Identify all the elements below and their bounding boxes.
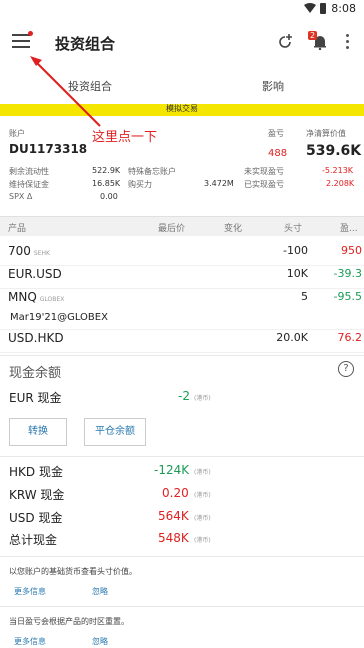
metric-value: 3.472M xyxy=(204,179,234,188)
pnl-value: 488 xyxy=(268,148,288,159)
daily-pnl: 950 xyxy=(341,244,362,257)
menu-icon[interactable] xyxy=(12,34,30,48)
metric-value: 16.85K xyxy=(92,179,121,188)
metric-label: 未实现盈亏 xyxy=(244,167,284,176)
position-value: 5 xyxy=(301,290,308,303)
col-last[interactable]: 最后价 xyxy=(158,221,185,234)
section-divider xyxy=(0,556,364,557)
status-bar: 8:08 xyxy=(0,0,364,18)
daily-pnl: 76.2 xyxy=(337,331,363,344)
bell-badge: 2 xyxy=(308,31,318,40)
daily-pnl: -95.5 xyxy=(333,290,362,303)
refresh-add-icon[interactable] xyxy=(276,33,294,51)
table-row[interactable]: 700 SEHK -100 950 xyxy=(0,244,364,266)
menu-notification-dot xyxy=(28,31,33,36)
symbol: EUR.USD xyxy=(8,267,62,281)
help-icon[interactable]: ? xyxy=(338,361,354,377)
cash-unit: (港币) xyxy=(194,515,211,522)
symbol: USD.HKD xyxy=(8,331,64,345)
cash-unit: (港币) xyxy=(194,492,211,499)
wifi-icon xyxy=(304,3,316,13)
cash-label: USD 现金 xyxy=(9,511,63,525)
more-info-link[interactable]: 更多信息 xyxy=(14,636,46,647)
table-row[interactable]: EUR.USD 10K -39.3 xyxy=(0,267,364,289)
cash-value: 0.20 xyxy=(162,486,189,500)
table-row[interactable]: USD.HKD 20.0K 76.2 xyxy=(0,331,364,353)
battery-icon xyxy=(320,3,326,14)
annotation-text: 这里点一下 xyxy=(92,130,158,145)
col-position[interactable]: 头寸 xyxy=(284,221,302,234)
symbol: MNQ GLOBEX xyxy=(8,290,65,304)
cash-value: -124K xyxy=(154,463,190,477)
metric-value: -5.213K xyxy=(322,166,354,175)
tab-impact[interactable]: 影响 xyxy=(262,78,284,94)
metric-value: 2.208K xyxy=(326,179,355,188)
metric-label: 已实现盈亏 xyxy=(244,180,284,189)
metric-label: 购买力 xyxy=(128,180,152,189)
cash-unit: (港币) xyxy=(194,469,211,476)
metric-value: 522.9K xyxy=(92,166,121,175)
account-id[interactable]: DU1173318 xyxy=(9,142,87,156)
contract-expiry: Mar19'21@GLOBEX xyxy=(10,312,108,323)
nlv-label: 净清算价值 xyxy=(306,129,346,138)
cash-value: 564K xyxy=(158,509,189,523)
convert-button[interactable]: 转换 xyxy=(9,418,67,446)
nlv-value: 539.6K xyxy=(306,143,362,159)
more-icon[interactable] xyxy=(346,34,350,52)
info-note: 以您账户的基础货币查看头寸价值。 xyxy=(9,567,137,576)
page-title: 投资组合 xyxy=(55,35,116,53)
status-time: 8:08 xyxy=(331,2,356,15)
cash-label: 总计现金 xyxy=(9,533,58,547)
position-value: 10K xyxy=(286,267,308,280)
cash-title: 现金余额 xyxy=(9,366,62,381)
ignore-link[interactable]: 忽略 xyxy=(92,586,108,597)
section-divider xyxy=(0,355,364,356)
cash-value: 548K xyxy=(158,531,189,545)
cash-unit: (港币) xyxy=(194,537,211,544)
info-note: 当日盈亏会根据产品的时区重置。 xyxy=(9,617,129,626)
tab-portfolio[interactable]: 投资组合 xyxy=(68,78,112,94)
metric-label: SPX Δ xyxy=(9,192,33,201)
cash-unit: (港币) xyxy=(194,395,211,402)
symbol: 700 SEHK xyxy=(8,244,50,258)
section-divider xyxy=(0,456,364,457)
metric-label: 剩余流动性 xyxy=(9,167,49,176)
table-row[interactable]: MNQ GLOBEX 5 -95.5 Mar19'21@GLOBEX xyxy=(0,290,364,330)
col-daily-pnl[interactable]: 盈... xyxy=(340,221,358,234)
cash-value: -2 xyxy=(178,389,190,403)
ignore-link[interactable]: 忽略 xyxy=(92,636,108,647)
flatten-balance-button[interactable]: 平仓余额 xyxy=(84,418,146,446)
paper-trading-banner: 模拟交易 xyxy=(0,104,364,114)
position-value: 20.0K xyxy=(276,331,308,344)
metric-value: 0.00 xyxy=(100,192,118,201)
position-value: -100 xyxy=(283,244,308,257)
banner-underline xyxy=(0,114,364,116)
metric-label: 特殊备忘账户 xyxy=(128,167,176,176)
col-change[interactable]: 变化 xyxy=(224,221,242,234)
pnl-label: 盈亏 xyxy=(268,129,284,138)
metric-label: 维持保证金 xyxy=(9,180,49,189)
cash-label: HKD 现金 xyxy=(9,465,63,479)
col-product[interactable]: 产品 xyxy=(8,221,26,234)
cash-label: EUR 现金 xyxy=(9,391,62,405)
cash-label: KRW 现金 xyxy=(9,488,65,502)
daily-pnl: -39.3 xyxy=(333,267,362,280)
section-divider xyxy=(0,606,364,607)
more-info-link[interactable]: 更多信息 xyxy=(14,586,46,597)
account-label: 账户 xyxy=(9,129,25,138)
